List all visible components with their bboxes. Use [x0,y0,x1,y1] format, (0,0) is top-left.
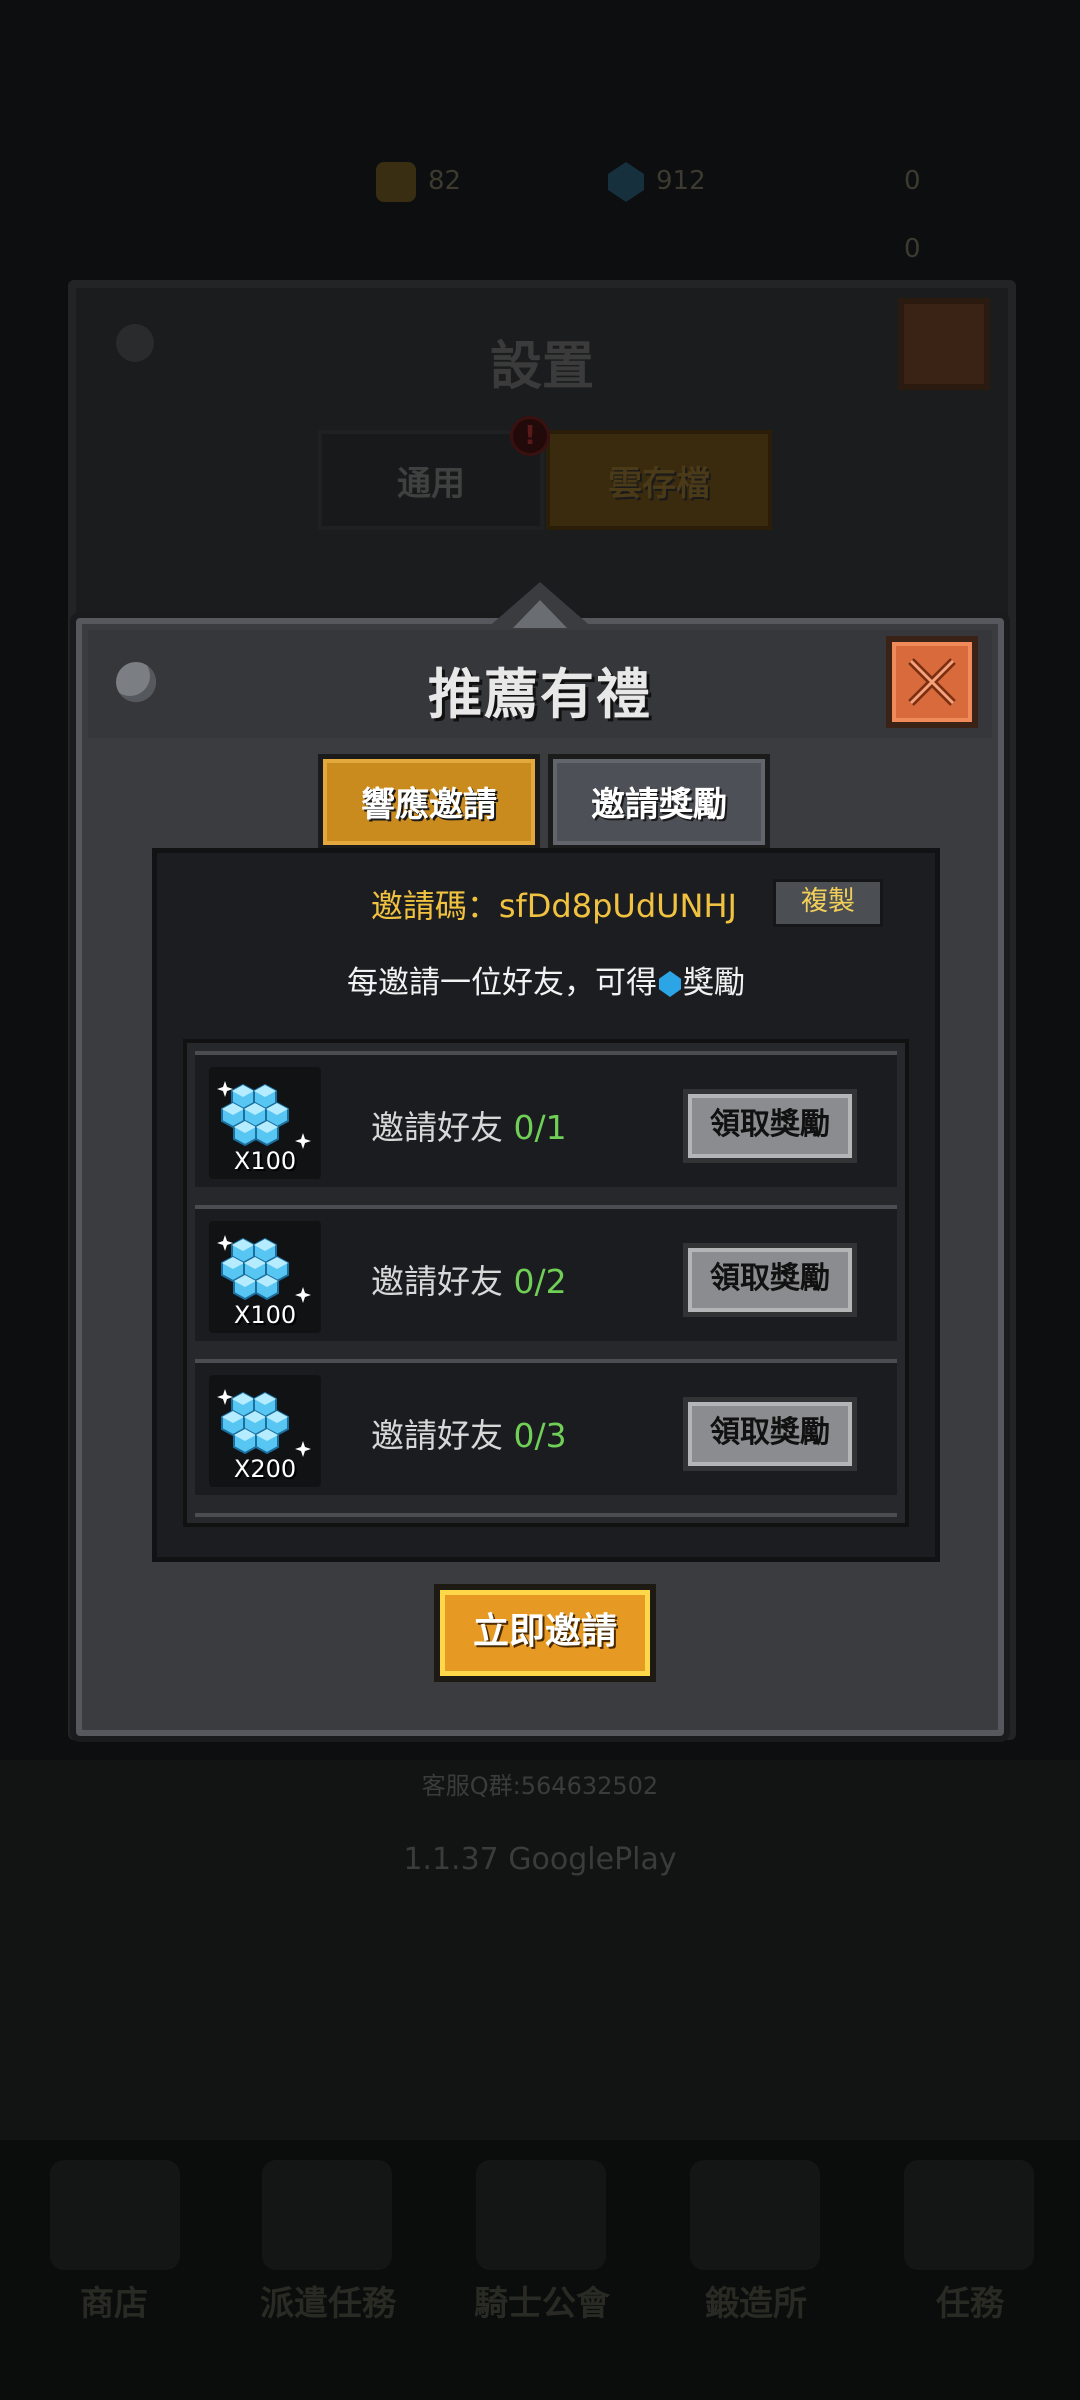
gem-count: 912 [656,166,706,196]
forge-icon [690,2160,820,2270]
reward-row: X200 邀請好友 0/3 領取獎勵 [195,1359,897,1495]
invite-progress-label: 邀請好友 0/1 [371,1101,567,1149]
invite-now-button[interactable]: 立即邀請 [434,1584,656,1682]
reward-row: X100 邀請好友 0/2 領取獎勵 [195,1205,897,1341]
close-icon [908,658,956,706]
settings-close-button [898,298,990,390]
claim-reward-button[interactable]: 領取獎勵 [683,1089,857,1163]
close-button[interactable] [886,636,978,728]
gem-bundle-icon: X200 [209,1375,321,1487]
tab-respond-invite[interactable]: 響應邀請 [318,754,540,850]
claim-reward-button[interactable]: 領取獎勵 [683,1397,857,1471]
ticket-count: 0 [904,234,921,264]
gem-bundle-icon: X100 [209,1221,321,1333]
referral-dialog: 推薦有禮 響應邀請 邀請獎勵 邀請碼：sfDd8pUdUNHJ 複製 每邀請一位… [70,582,1010,1742]
reward-quantity: X100 [233,1147,297,1175]
invite-code: 邀請碼：sfDd8pUdUNHJ [370,887,737,925]
gold-coin-icon [376,162,416,202]
dialog-title: 推薦有禮 [428,663,652,726]
token-count: 0 [904,166,921,196]
resource-bar: 82 912 0 0 [0,140,1080,264]
quest-icon [904,2160,1034,2270]
settings-title: 設置 [489,337,594,397]
shop-icon [50,2160,180,2270]
nav-shop: 商店 [80,2284,148,2324]
invite-progress-label: 邀請好友 0/2 [371,1255,567,1303]
nav-forge: 鍛造所 [705,2284,807,2324]
invite-progress: 0/3 [513,1416,567,1455]
town-scene [0,1760,1080,2140]
list-divider [195,1513,897,1517]
copy-button[interactable]: 複製 [773,879,883,927]
reward-list: X100 邀請好友 0/1 領取獎勵 X100 邀請好友 0/2 領取獎勵 X2… [183,1039,909,1527]
invite-progress-label: 邀請好友 0/3 [371,1409,567,1457]
reward-quantity: X200 [233,1455,297,1483]
gem-icon [659,971,681,997]
reward-info-suffix: 獎勵 [683,965,745,1001]
invite-progress: 0/1 [513,1108,567,1147]
bottom-nav: 商店 派遣任務 騎士公會 鍛造所 任務 [0,2140,1080,2400]
invite-label-text: 邀請好友 [371,1108,503,1147]
nav-dispatch: 派遣任務 [260,2284,396,2324]
settings-tab-general: 通用 [318,430,544,530]
nav-quest: 任務 [936,2284,1004,2324]
nav-guild: 騎士公會 [474,2284,610,2324]
version-text: 1.1.37 GooglePlay [403,1842,677,1877]
reward-info: 每邀請一位好友，可得 獎勵 [157,957,935,1002]
claim-reward-button[interactable]: 領取獎勵 [683,1243,857,1317]
guild-icon [476,2160,606,2270]
reward-info-prefix: 每邀請一位好友，可得 [347,965,657,1001]
settings-tab-cloud-save: 雲存檔 [546,430,772,530]
tab-invite-rewards[interactable]: 邀請獎勵 [548,754,770,850]
alert-icon: ! [510,416,550,456]
referral-content: 邀請碼：sfDd8pUdUNHJ 複製 每邀請一位好友，可得 獎勵 X100 邀請… [152,848,940,1562]
support-group-text: 客服Q群:564632502 [421,1772,659,1800]
gold-count: 82 [428,166,462,196]
gem-icon [608,162,644,202]
gem-bundle-icon: X100 [209,1067,321,1179]
reward-quantity: X100 [233,1301,297,1329]
invite-label-text: 邀請好友 [371,1416,503,1455]
reward-row: X100 邀請好友 0/1 領取獎勵 [195,1051,897,1187]
invite-label-text: 邀請好友 [371,1262,503,1301]
invite-progress: 0/2 [513,1262,567,1301]
invite-code-row: 邀請碼：sfDd8pUdUNHJ 複製 [157,875,935,931]
dispatch-icon [262,2160,392,2270]
